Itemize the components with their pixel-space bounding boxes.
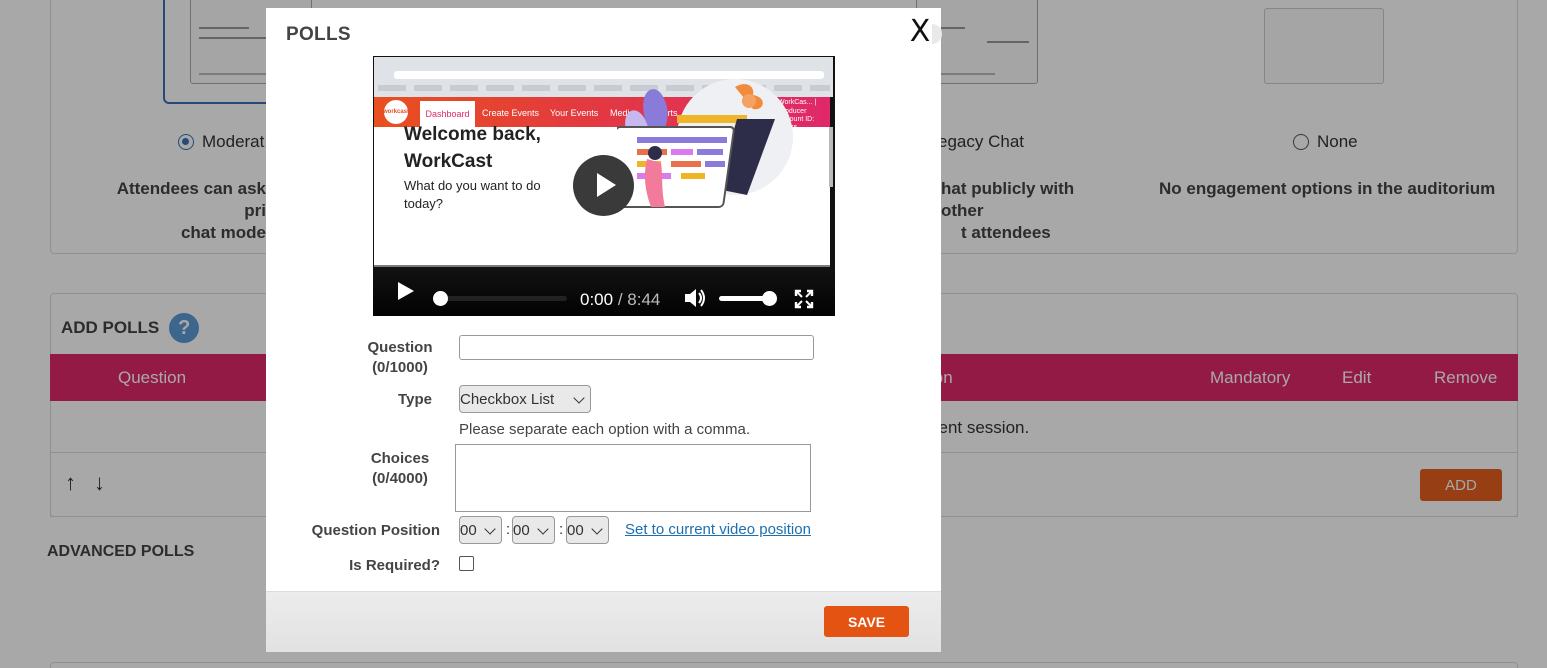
- video-subtitle-text: What do you want to do today?: [404, 178, 541, 211]
- type-label: Type: [398, 391, 432, 408]
- polls-modal: POLLS X workcast Dashboard Create Events…: [266, 8, 942, 652]
- is-required-checkbox[interactable]: [459, 556, 474, 571]
- video-time: 0:00 / 8:44: [580, 290, 660, 310]
- time-separator: :: [559, 521, 564, 538]
- duration: / 8:44: [617, 290, 661, 309]
- video-welcome-text: Welcome back, WorkCast: [404, 124, 541, 172]
- choices-label: Choices (0/4000): [370, 450, 430, 487]
- modal-footer: SAVE: [266, 591, 941, 652]
- save-button[interactable]: SAVE: [824, 606, 909, 637]
- progress-handle[interactable]: [433, 291, 448, 306]
- close-button[interactable]: X: [902, 12, 942, 52]
- video-nav-item: Create Events: [482, 108, 540, 118]
- question-label: Question (0/1000): [367, 339, 433, 376]
- question-position-label: Question Position: [311, 522, 440, 539]
- play-icon[interactable]: [398, 282, 414, 300]
- video-controls: 0:00 / 8:44: [373, 265, 835, 316]
- question-input[interactable]: [459, 335, 814, 360]
- time-separator: :: [506, 521, 511, 538]
- play-overlay-button[interactable]: [573, 155, 634, 216]
- chevron-down-icon: [591, 523, 603, 535]
- chevron-down-icon: [537, 523, 549, 535]
- chevron-down-icon: [484, 523, 496, 535]
- video-player[interactable]: workcast Dashboard Create Events Your Ev…: [373, 56, 835, 316]
- video-nav-item: Your Events: [550, 108, 599, 118]
- chevron-down-icon: [573, 392, 585, 404]
- choices-hint: Please separate each option with a comma…: [459, 421, 750, 438]
- fullscreen-icon[interactable]: [794, 289, 814, 309]
- position-seconds-select[interactable]: 00: [566, 516, 609, 544]
- is-required-label: Is Required?: [349, 557, 440, 574]
- choices-textarea[interactable]: [455, 444, 811, 512]
- position-hours-select[interactable]: 00: [459, 516, 502, 544]
- set-current-position-link[interactable]: Set to current video position: [625, 521, 811, 538]
- volume-icon[interactable]: [683, 287, 707, 309]
- volume-handle[interactable]: [762, 291, 777, 306]
- progress-bar[interactable]: [441, 296, 567, 301]
- video-illustration: [617, 79, 793, 208]
- current-time: 0:00: [580, 290, 614, 309]
- position-minutes-select[interactable]: 00: [512, 516, 555, 544]
- modal-title: POLLS: [286, 24, 351, 45]
- type-select[interactable]: Checkbox List: [459, 385, 591, 413]
